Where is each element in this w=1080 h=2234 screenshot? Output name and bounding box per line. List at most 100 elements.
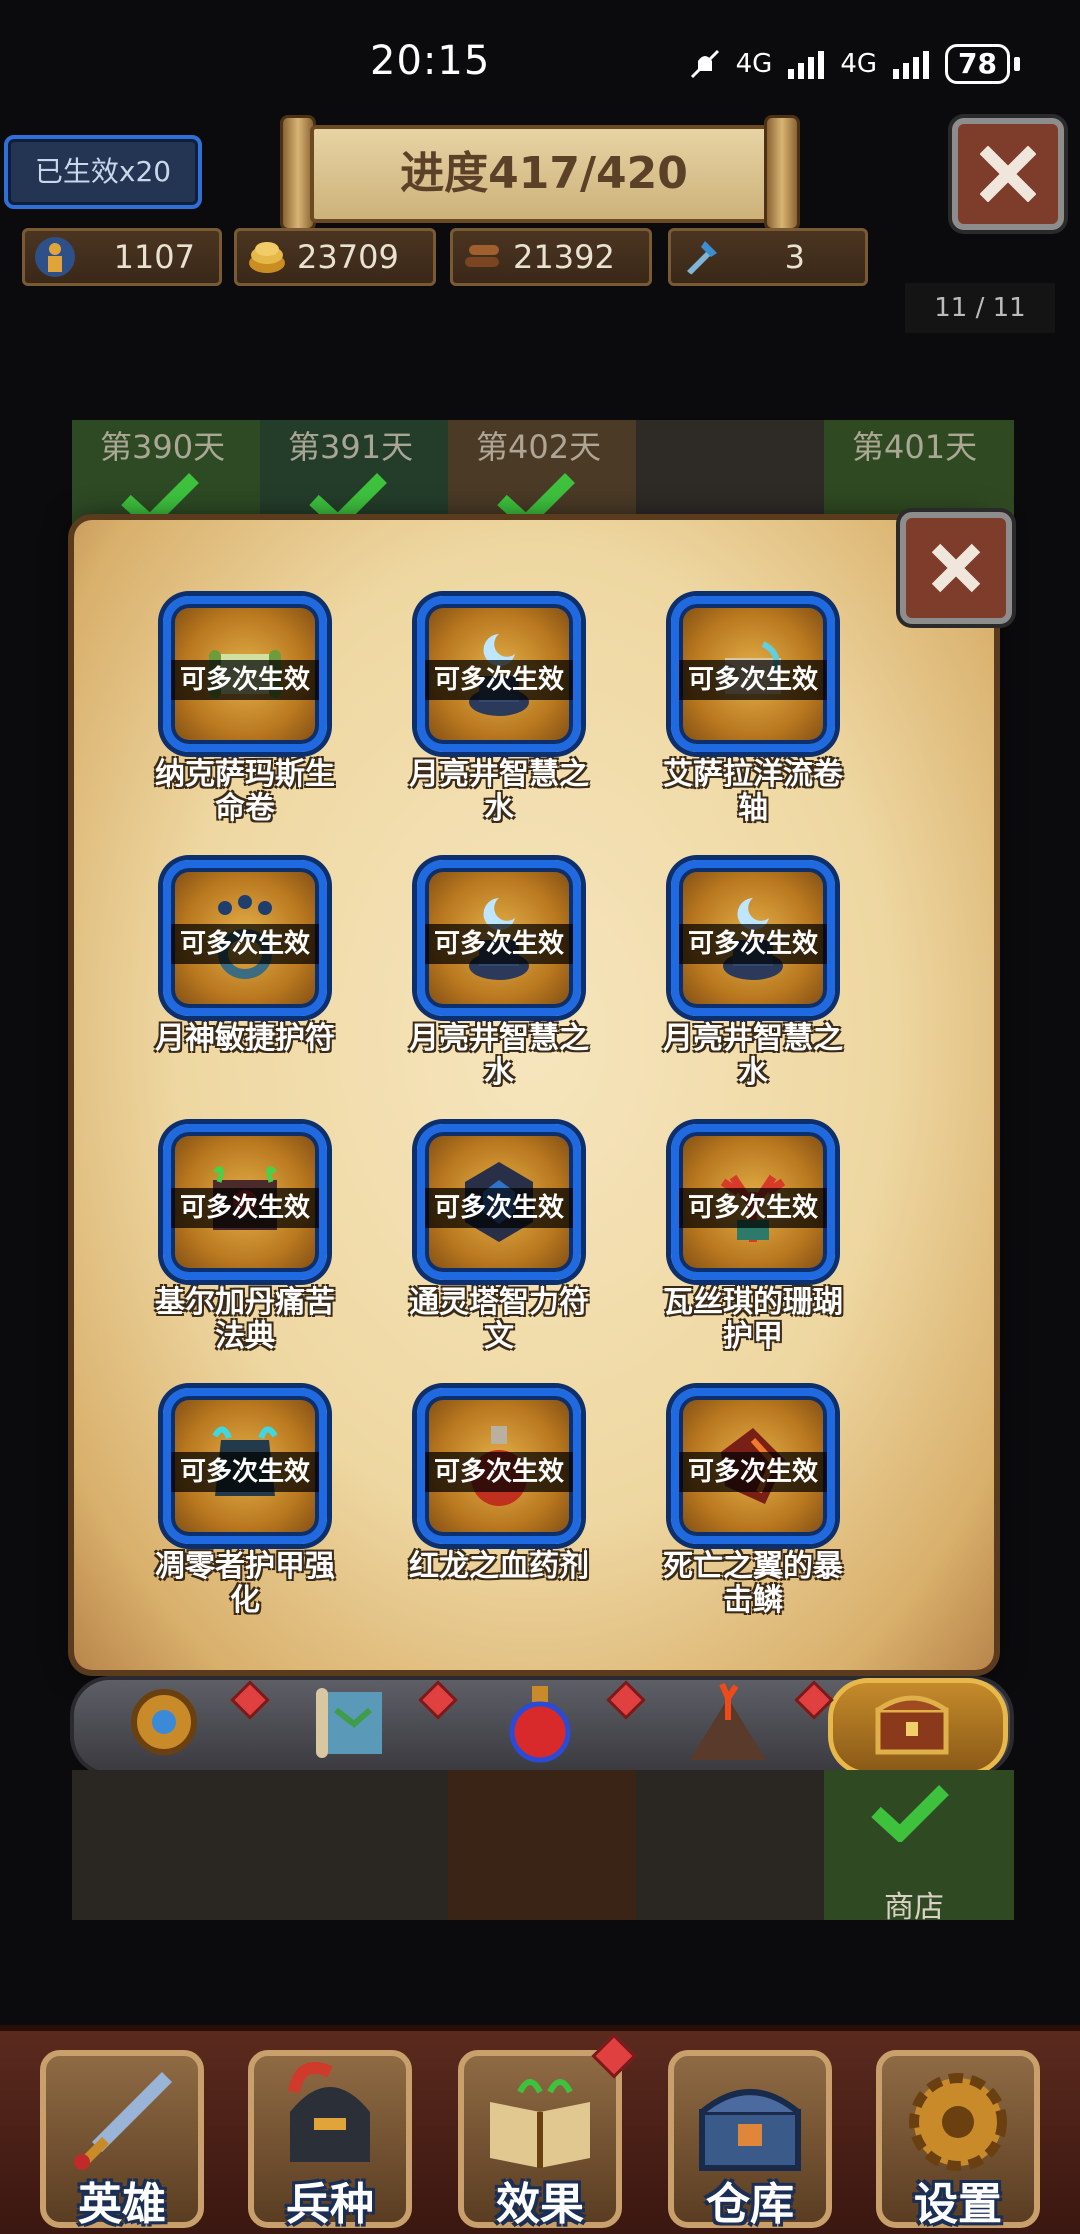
item-tag: 可多次生效	[425, 1452, 573, 1492]
item-tag: 可多次生效	[425, 1188, 573, 1228]
close-icon	[931, 543, 981, 593]
effect-item[interactable]: 可多次生效 凋零者护甲强化	[140, 1388, 350, 1618]
resource-wood: 21392	[450, 228, 652, 286]
day-label: 第390天	[100, 428, 226, 466]
item-frame: 可多次生效	[417, 1124, 581, 1280]
item-frame: 可多次生效	[163, 1388, 327, 1544]
effect-item[interactable]: 可多次生效 月亮井智慧之水	[648, 860, 858, 1090]
chest-tab-icon	[875, 1695, 949, 1755]
day-label: 第401天	[852, 428, 978, 466]
resource-value: 3	[784, 238, 805, 276]
volcano-tab-icon	[690, 1682, 766, 1760]
item-tag: 可多次生效	[171, 660, 319, 700]
signal-label-2: 4G	[840, 49, 878, 79]
effect-item[interactable]: 可多次生效 基尔加丹痛苦法典	[140, 1124, 350, 1354]
effect-item[interactable]: 可多次生效 月神敏捷护符	[140, 860, 350, 1056]
tab-potion[interactable]	[490, 1680, 590, 1764]
item-name: 死亡之翼的暴击鳞	[663, 1549, 843, 1618]
gear-icon	[909, 2073, 1007, 2171]
effect-item[interactable]: 可多次生效 艾萨拉洋流卷轴	[648, 596, 858, 826]
item-frame: 可多次生效	[163, 860, 327, 1016]
tab-gear[interactable]	[114, 1680, 214, 1764]
crystal-icon	[687, 241, 717, 275]
item-tag: 可多次生效	[679, 1452, 827, 1492]
item-tag: 可多次生效	[679, 1188, 827, 1228]
sword-icon	[74, 2072, 172, 2170]
nav-label: 仓库	[706, 2179, 794, 2230]
status-time: 20:15	[370, 38, 491, 84]
active-effects-badge[interactable]: 已生效x20	[4, 135, 202, 209]
gear-tab-icon	[131, 1689, 197, 1755]
item-frame: 可多次生效	[671, 1388, 835, 1544]
tab-chest[interactable]	[862, 1680, 962, 1764]
tab-map[interactable]	[302, 1680, 402, 1764]
effect-item[interactable]: 可多次生效 死亡之翼的暴击鳞	[648, 1388, 858, 1618]
item-name: 月亮井智慧之水	[409, 757, 589, 826]
nav-units[interactable]: 兵种	[248, 2050, 412, 2230]
potion-tab-icon	[509, 1686, 571, 1763]
item-name: 凋零者护甲强化	[155, 1549, 335, 1618]
mute-icon	[690, 49, 719, 79]
nav-label: 设置	[914, 2179, 1002, 2230]
effect-item[interactable]: 可多次生效 通灵塔智力符文	[394, 1124, 604, 1354]
effect-item[interactable]: 可多次生效 月亮井智慧之水	[394, 596, 604, 826]
page-counter: 11 / 11	[905, 283, 1055, 333]
gold-icon	[249, 242, 285, 273]
ground-tile	[636, 1770, 826, 1920]
item-name: 艾萨拉洋流卷轴	[663, 757, 843, 826]
resource-crystal: 3	[668, 228, 868, 286]
battery-icon	[1014, 57, 1020, 71]
signal-label-1: 4G	[735, 49, 773, 79]
item-name: 月亮井智慧之水	[663, 1021, 843, 1090]
check-icon	[871, 1785, 949, 1842]
modal-close-button[interactable]	[900, 512, 1012, 624]
nav-label: 英雄	[78, 2179, 166, 2230]
signal-icon	[788, 51, 825, 79]
effect-item[interactable]: 可多次生效 红龙之血药剂	[394, 1388, 604, 1584]
resource-value: 1107	[113, 238, 195, 276]
close-button[interactable]	[952, 118, 1064, 230]
progress-text: 进度417/420	[310, 125, 778, 223]
item-tag: 可多次生效	[425, 660, 573, 700]
item-frame: 可多次生效	[417, 860, 581, 1016]
map-tab-icon	[316, 1688, 382, 1758]
item-frame: 可多次生效	[163, 1124, 327, 1280]
status-bar: 20:15 4G 4G 78	[0, 0, 1080, 120]
nav-storage[interactable]: 仓库	[668, 2050, 832, 2230]
item-name: 瓦丝琪的珊瑚护甲	[663, 1285, 843, 1354]
item-tag: 可多次生效	[171, 1188, 319, 1228]
item-frame: 可多次生效	[671, 860, 835, 1016]
close-icon	[980, 146, 1036, 202]
progress-banner: 进度417/420	[280, 115, 800, 231]
effect-item[interactable]: 可多次生效 月亮井智慧之水	[394, 860, 604, 1090]
nav-settings[interactable]: 设置	[876, 2050, 1040, 2230]
item-name: 红龙之血药剂	[409, 1549, 589, 1584]
item-tag: 可多次生效	[171, 1452, 319, 1492]
battery-level: 78	[945, 44, 1010, 84]
effect-item[interactable]: 可多次生效 瓦丝琪的珊瑚护甲	[648, 1124, 858, 1354]
item-name: 基尔加丹痛苦法典	[155, 1285, 335, 1354]
resource-population: 1107	[22, 228, 222, 286]
book-icon	[490, 2079, 590, 2168]
population-icon	[35, 237, 75, 277]
item-frame: 可多次生效	[417, 596, 581, 752]
effect-item[interactable]: 可多次生效 纳克萨玛斯生命卷	[140, 596, 350, 826]
signal-icon-2	[893, 51, 930, 79]
nav-effects[interactable]: 效果	[458, 2033, 637, 2230]
item-name: 月亮井智慧之水	[409, 1021, 589, 1090]
item-name: 月神敏捷护符	[155, 1021, 335, 1056]
resource-value: 23709	[297, 238, 399, 276]
item-tag: 可多次生效	[679, 660, 827, 700]
chest-icon	[699, 2089, 801, 2171]
ground-tile	[448, 1770, 638, 1920]
item-frame: 可多次生效	[163, 596, 327, 752]
day-label: 第402天	[476, 428, 602, 466]
helmet-icon	[288, 2062, 370, 2162]
scroll-rod-right	[764, 115, 800, 231]
item-name: 纳克萨玛斯生命卷	[155, 757, 335, 826]
ground-tile	[72, 1770, 262, 1920]
tab-volcano[interactable]	[678, 1680, 778, 1764]
nav-heroes[interactable]: 英雄	[40, 2050, 204, 2230]
item-tag: 可多次生效	[679, 924, 827, 964]
status-icons: 4G 4G 78	[688, 44, 1020, 84]
